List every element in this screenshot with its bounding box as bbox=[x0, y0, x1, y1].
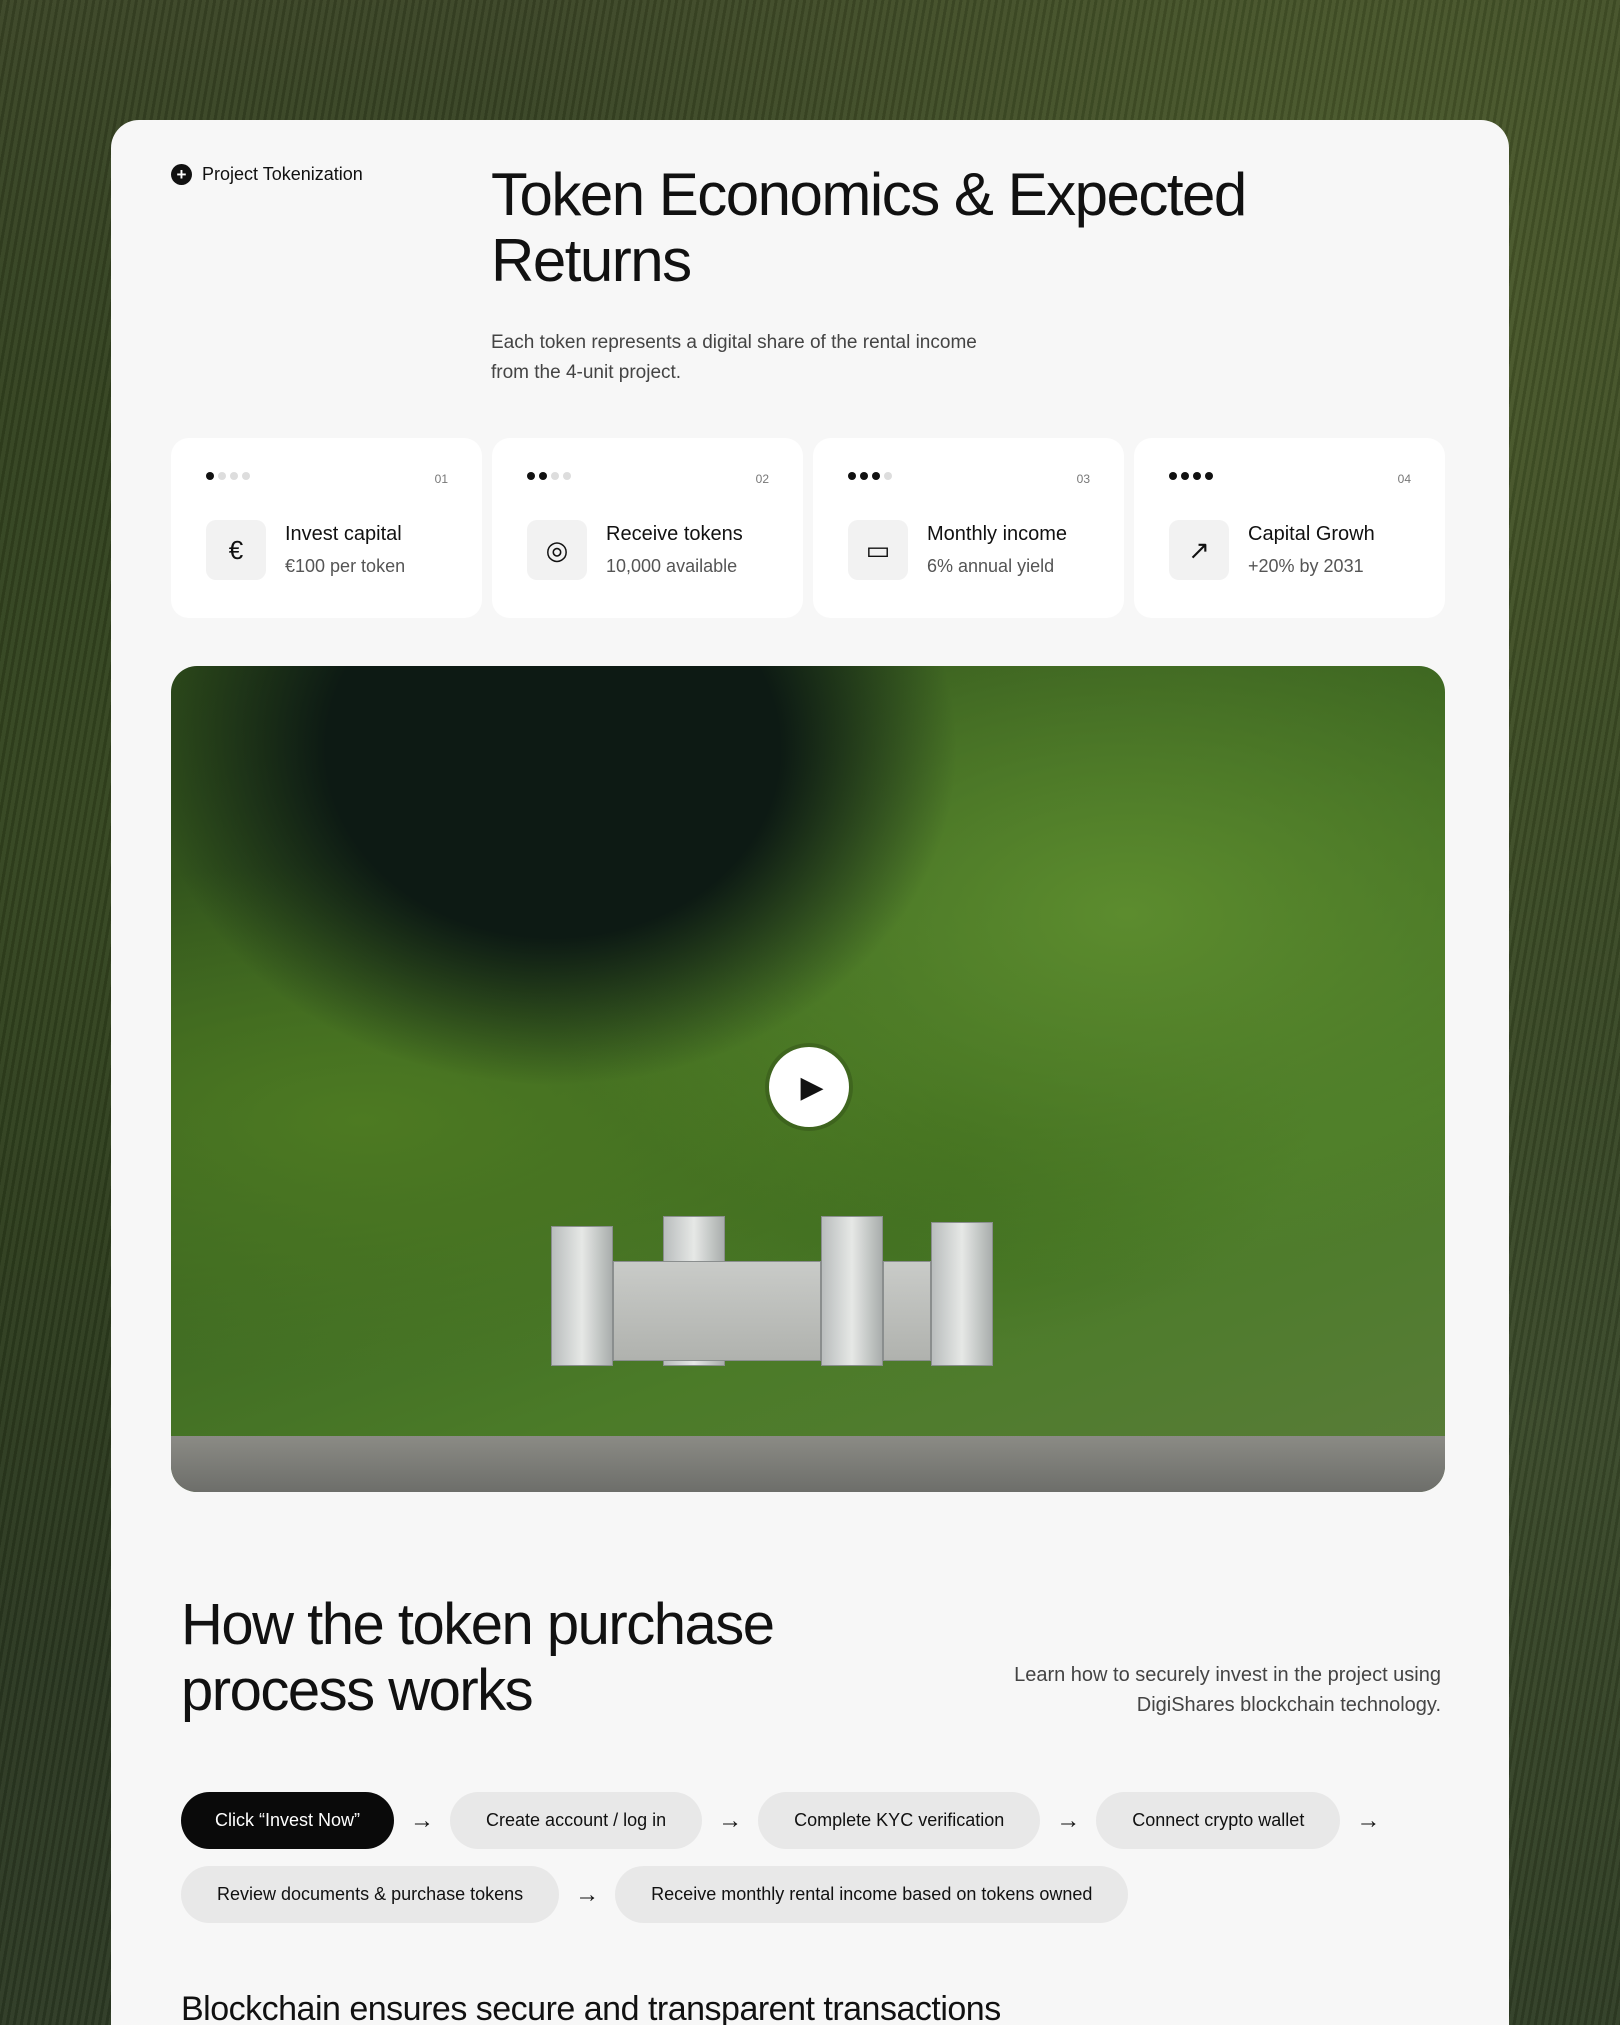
trend-up-icon: ↗ bbox=[1169, 520, 1229, 580]
arrow-right-icon: → bbox=[575, 1880, 600, 1908]
step-dots bbox=[1169, 472, 1213, 480]
page-title: Token Economics & Expected Returns bbox=[491, 161, 1247, 294]
feature-card-growth: 04 ↗ Capital Growh +20% by 2031 bbox=[1134, 438, 1445, 618]
euro-icon: € bbox=[206, 520, 266, 580]
step-connect-wallet[interactable]: Connect crypto wallet bbox=[1096, 1792, 1341, 1849]
feature-title: Monthly income bbox=[927, 523, 1068, 545]
feature-title: Receive tokens bbox=[606, 523, 743, 545]
page-subtitle: Each token represents a digital share of… bbox=[491, 332, 977, 383]
arrow-right-icon: → bbox=[410, 1806, 435, 1834]
feature-card-tokens: 02 ◎ Receive tokens 10,000 available bbox=[492, 438, 803, 618]
step-create-account[interactable]: Create account / log in bbox=[450, 1792, 703, 1849]
feature-subtitle: 10,000 available bbox=[606, 556, 738, 576]
feature-card-income: 03 ▭ Monthly income 6% annual yield bbox=[813, 438, 1124, 618]
arrow-right-icon: → bbox=[718, 1806, 743, 1834]
process-title: How the token purchase process works bbox=[181, 1592, 775, 1723]
wallet-icon: ▭ bbox=[848, 520, 908, 580]
road bbox=[171, 1436, 1445, 1492]
section-tag-label: Project Tokenization bbox=[202, 164, 363, 184]
feature-subtitle: +20% by 2031 bbox=[1248, 556, 1364, 576]
process-description: Learn how to securely invest in the proj… bbox=[1014, 1664, 1441, 1716]
step-dots bbox=[848, 472, 892, 480]
step-number: 02 bbox=[755, 472, 769, 486]
section-tag: + Project Tokenization bbox=[171, 164, 363, 185]
play-button[interactable]: ▶ bbox=[769, 1047, 849, 1127]
step-receive-income[interactable]: Receive monthly rental income based on t… bbox=[615, 1866, 1129, 1923]
feature-card-invest: 01 € Invest capital €100 per token bbox=[171, 438, 482, 618]
step-dots bbox=[206, 472, 250, 480]
arrow-right-icon: → bbox=[1356, 1806, 1381, 1834]
feature-title: Invest capital bbox=[285, 523, 402, 545]
step-number: 01 bbox=[434, 472, 448, 486]
step-invest-now[interactable]: Click “Invest Now” bbox=[181, 1792, 395, 1849]
arrow-right-icon: → bbox=[1056, 1806, 1081, 1834]
step-number: 04 bbox=[1397, 472, 1411, 486]
feature-subtitle: 6% annual yield bbox=[927, 556, 1055, 576]
plus-circle-icon: + bbox=[171, 164, 192, 185]
step-review-documents[interactable]: Review documents & purchase tokens bbox=[181, 1866, 560, 1923]
feature-subtitle: €100 per token bbox=[285, 556, 406, 576]
tokens-icon: ◎ bbox=[527, 520, 587, 580]
feature-cards: 01 € Invest capital €100 per token 02 ◎ … bbox=[171, 438, 1445, 618]
step-dots bbox=[527, 472, 571, 480]
project-video[interactable]: ▶ bbox=[171, 666, 1445, 1492]
content-card: + Project Tokenization Token Economics &… bbox=[111, 120, 1509, 2025]
play-icon: ▶ bbox=[800, 1070, 824, 1104]
process-steps: Click “Invest Now” → Create account / lo… bbox=[181, 1792, 1461, 1940]
feature-title: Capital Growh bbox=[1248, 523, 1375, 545]
step-number: 03 bbox=[1076, 472, 1090, 486]
step-kyc[interactable]: Complete KYC verification bbox=[758, 1792, 1041, 1849]
next-section-heading: Blockchain ensures secure and transparen… bbox=[181, 1990, 1001, 2025]
